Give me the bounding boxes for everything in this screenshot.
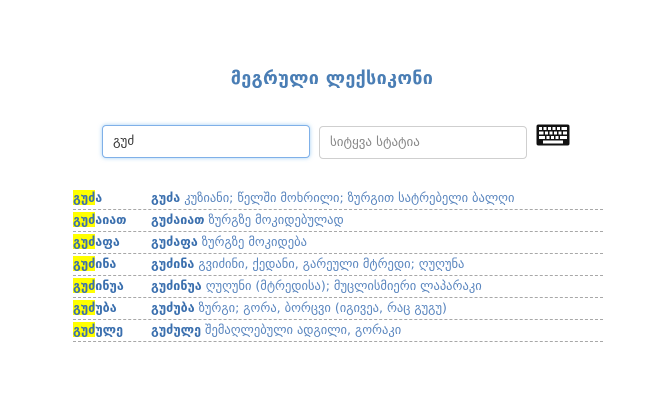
headword-link[interactable]: გუძაფა xyxy=(73,232,120,252)
definition-headword: გუძა xyxy=(151,190,181,205)
definition: გუძა კუზიანი; წელში მოხრილი; ზურგით სატრ… xyxy=(151,190,515,205)
search-input[interactable] xyxy=(102,125,310,158)
headword-link[interactable]: გუძინა xyxy=(73,254,116,274)
definition-headword: გუძაიათ xyxy=(151,212,205,227)
list-item[interactable]: გუძაფა გუძაფა ზურგზე მოკიდება xyxy=(73,232,603,254)
definition: გუძაიათ ზურგზე მოკიდებულად xyxy=(151,212,344,227)
keyboard-icon[interactable] xyxy=(536,124,570,146)
headword-link[interactable]: გუძუბა xyxy=(73,298,117,318)
list-item[interactable]: გუძა გუძა კუზიანი; წელში მოხრილი; ზურგით… xyxy=(73,188,603,210)
definition-headword: გუძულე xyxy=(151,322,202,337)
definition-headword: გუძინა xyxy=(151,256,195,271)
headword-link[interactable]: გუძაიათ xyxy=(73,210,127,230)
match-highlight: გუძ xyxy=(73,300,96,315)
definition: გუძულე შემაღლებული ადგილი, გორაკი xyxy=(151,322,402,337)
results-list: გუძა გუძა კუზიანი; წელში მოხრილი; ზურგით… xyxy=(73,188,603,342)
headword-link[interactable]: გუძა xyxy=(73,188,102,208)
definition: გუძუბა ზურგი; გორა, ბორცვი (იგივეა, რაც … xyxy=(151,300,447,315)
page-title: მეგრული ლექსიკონი xyxy=(230,68,434,89)
match-highlight: გუძ xyxy=(73,234,96,249)
definition-headword: გუძუბა xyxy=(151,300,195,315)
definition: გუძინა გვიძინი, ქედანი, გარეული მტრედი; … xyxy=(151,256,465,271)
list-item[interactable]: გუძინუა გუძინუა ღუღუნი (მტრედისა); მუცლი… xyxy=(73,276,603,298)
article-search-input[interactable] xyxy=(319,126,527,159)
headword-link[interactable]: გუძინუა xyxy=(73,276,124,296)
definition-headword: გუძაფა xyxy=(151,234,198,249)
match-highlight: გუძ xyxy=(73,322,96,337)
list-item[interactable]: გუძულე გუძულე შემაღლებული ადგილი, გორაკი xyxy=(73,320,603,342)
search-row xyxy=(0,124,664,160)
definition: გუძაფა ზურგზე მოკიდება xyxy=(151,234,307,249)
list-item[interactable]: გუძინა გუძინა გვიძინი, ქედანი, გარეული მ… xyxy=(73,254,603,276)
match-highlight: გუძ xyxy=(73,190,96,205)
match-highlight: გუძ xyxy=(73,278,96,293)
headword-link[interactable]: გუძულე xyxy=(73,320,123,340)
list-item[interactable]: გუძაიათ გუძაიათ ზურგზე მოკიდებულად xyxy=(73,210,603,232)
definition-headword: გუძინუა xyxy=(151,278,202,293)
definition: გუძინუა ღუღუნი (მტრედისა); მუცლისმიერი ლ… xyxy=(151,278,482,293)
match-highlight: გუძ xyxy=(73,212,96,227)
match-highlight: გუძ xyxy=(73,256,96,271)
list-item[interactable]: გუძუბა გუძუბა ზურგი; გორა, ბორცვი (იგივე… xyxy=(73,298,603,320)
